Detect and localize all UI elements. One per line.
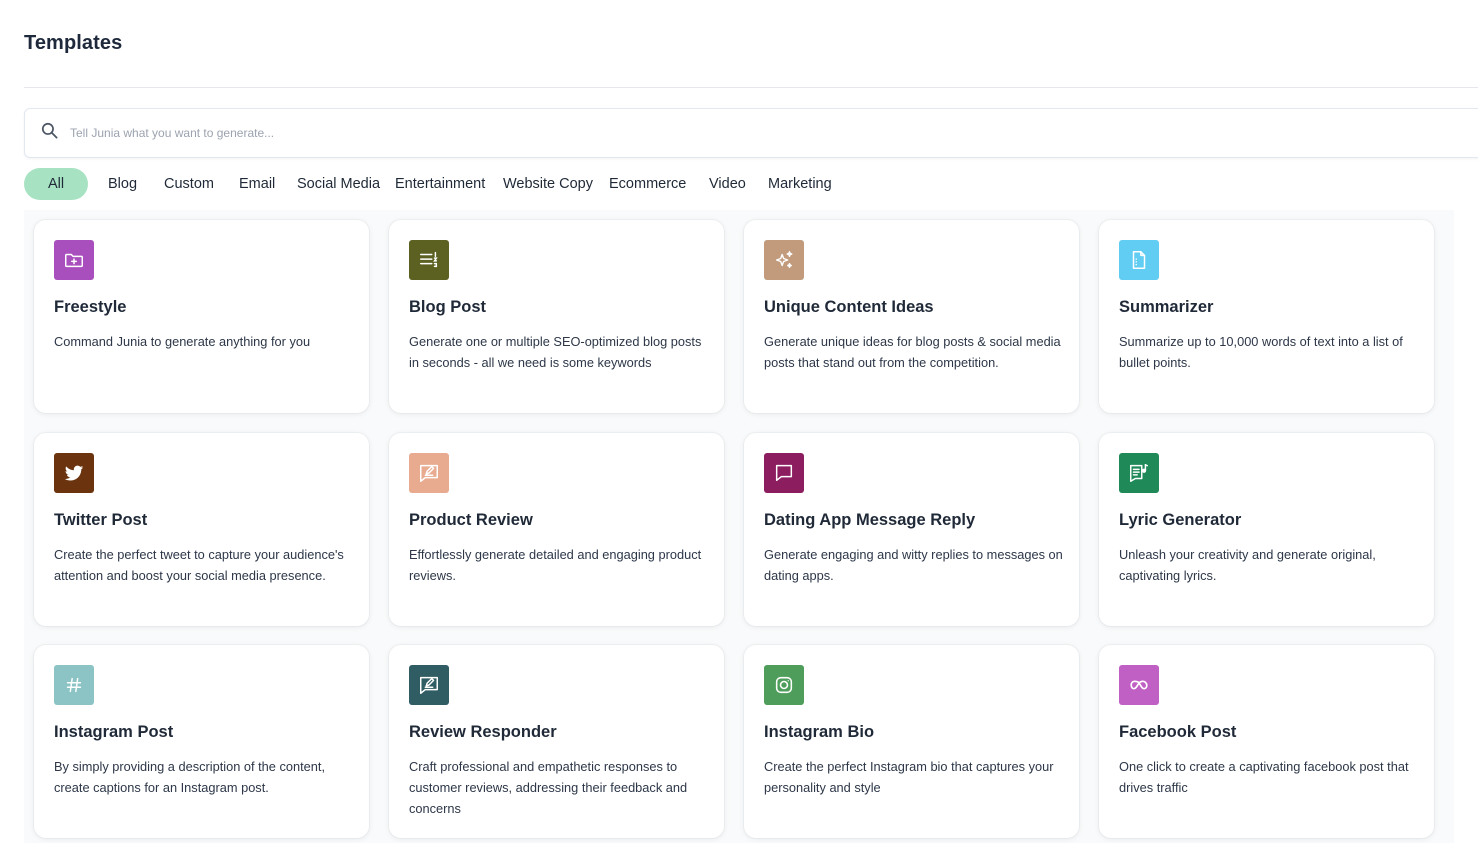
template-description: Generate one or multiple SEO-optimized b… bbox=[409, 334, 702, 370]
template-title: Instagram Post bbox=[54, 723, 174, 741]
template-card-facebook-post[interactable]: Facebook Post One click to create a capt… bbox=[1099, 645, 1434, 838]
template-description: Generate unique ideas for blog posts & s… bbox=[764, 334, 1061, 370]
tab-all[interactable]: All bbox=[24, 168, 88, 200]
template-card-review-responder[interactable]: Review Responder Craft professional and … bbox=[389, 645, 724, 838]
twitter-bird-icon bbox=[54, 453, 94, 493]
template-description: Summarize up to 10,000 words of text int… bbox=[1119, 334, 1403, 370]
template-description: Effortlessly generate detailed and engag… bbox=[409, 547, 702, 583]
template-card-product-review[interactable]: Product Review Effortlessly generate det… bbox=[389, 433, 724, 626]
template-title: Freestyle bbox=[54, 298, 127, 316]
template-card-blog-post[interactable]: Blog Post Generate one or multiple SEO-o… bbox=[389, 220, 724, 413]
template-description: Command Junia to generate anything for y… bbox=[54, 334, 311, 349]
template-title: Summarizer bbox=[1119, 298, 1214, 316]
instagram-icon bbox=[764, 665, 804, 705]
category-tabs: All Blog Custom Email Social Media Enter… bbox=[24, 168, 924, 200]
tab-social-media[interactable]: Social Media bbox=[297, 168, 380, 200]
template-title: Dating App Message Reply bbox=[764, 511, 976, 529]
template-description: Unleash your creativity and generate ori… bbox=[1119, 547, 1376, 583]
tab-ecommerce[interactable]: Ecommerce bbox=[609, 168, 686, 200]
template-grid: Freestyle Command Junia to generate anyt… bbox=[24, 210, 1454, 843]
tab-video[interactable]: Video bbox=[709, 168, 746, 200]
page-title: Templates bbox=[24, 32, 123, 54]
meta-infinity-icon bbox=[1119, 665, 1159, 705]
folder-plus-icon bbox=[54, 240, 94, 280]
templates-page: Templates All Blog Custom Email Social M… bbox=[0, 0, 1478, 843]
message-edit-icon bbox=[409, 453, 449, 493]
sparkles-icon bbox=[764, 240, 804, 280]
template-description: One click to create a captivating facebo… bbox=[1119, 759, 1409, 795]
template-description: Craft professional and empathetic respon… bbox=[409, 759, 688, 816]
template-card-instagram-post[interactable]: Instagram Post By simply providing a des… bbox=[34, 645, 369, 838]
template-description: Create the perfect tweet to capture your… bbox=[54, 547, 344, 583]
list-numbered-icon bbox=[409, 240, 449, 280]
search-icon bbox=[40, 121, 59, 145]
hashtag-icon bbox=[54, 665, 94, 705]
template-title: Review Responder bbox=[409, 723, 557, 741]
tab-email[interactable]: Email bbox=[239, 168, 275, 200]
template-card-lyric-generator[interactable]: Lyric Generator Unleash your creativity … bbox=[1099, 433, 1434, 626]
template-title: Unique Content Ideas bbox=[764, 298, 934, 316]
search-input[interactable] bbox=[70, 118, 970, 148]
template-card-instagram-bio[interactable]: Instagram Bio Create the perfect Instagr… bbox=[744, 645, 1079, 838]
template-card-freestyle[interactable]: Freestyle Command Junia to generate anyt… bbox=[34, 220, 369, 413]
tab-website-copy[interactable]: Website Copy bbox=[503, 168, 593, 200]
tab-marketing[interactable]: Marketing bbox=[768, 168, 832, 200]
tab-entertainment[interactable]: Entertainment bbox=[395, 168, 485, 200]
template-card-twitter-post[interactable]: Twitter Post Create the perfect tweet to… bbox=[34, 433, 369, 626]
template-title: Instagram Bio bbox=[764, 723, 875, 741]
template-description: Generate engaging and witty replies to m… bbox=[764, 547, 1063, 583]
template-description: By simply providing a description of the… bbox=[54, 759, 326, 795]
template-title: Facebook Post bbox=[1119, 723, 1237, 741]
template-card-dating-app-message-reply[interactable]: Dating App Message Reply Generate engagi… bbox=[744, 433, 1079, 626]
search-bar[interactable] bbox=[24, 108, 1478, 158]
template-title: Blog Post bbox=[409, 298, 486, 316]
tab-blog[interactable]: Blog bbox=[108, 168, 137, 200]
template-card-unique-content-ideas[interactable]: Unique Content Ideas Generate unique ide… bbox=[744, 220, 1079, 413]
tab-custom[interactable]: Custom bbox=[164, 168, 214, 200]
music-note-list-icon bbox=[1119, 453, 1159, 493]
document-icon bbox=[1119, 240, 1159, 280]
template-title: Twitter Post bbox=[54, 511, 148, 529]
chat-bubble-icon bbox=[764, 453, 804, 493]
template-title: Lyric Generator bbox=[1119, 511, 1242, 529]
template-title: Product Review bbox=[409, 511, 533, 529]
template-description: Create the perfect Instagram bio that ca… bbox=[764, 759, 1054, 795]
message-edit-icon bbox=[409, 665, 449, 705]
template-card-summarizer[interactable]: Summarizer Summarize up to 10,000 words … bbox=[1099, 220, 1434, 413]
header-divider bbox=[24, 87, 1478, 88]
